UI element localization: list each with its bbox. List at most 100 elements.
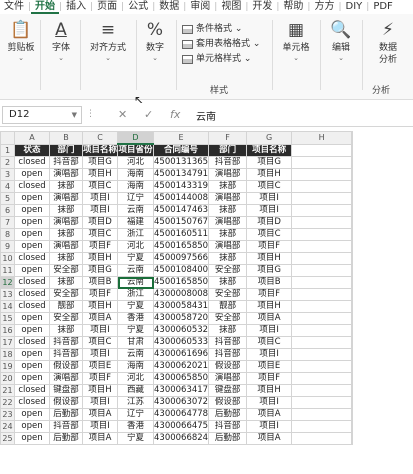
table-cell[interactable]: 辽宁 — [117, 408, 155, 421]
empty-cell[interactable] — [351, 192, 354, 205]
empty-cell[interactable] — [351, 348, 354, 361]
table-cell[interactable]: 安全部 — [49, 264, 83, 277]
alignment-button[interactable]: ≡ 对齐方式 ⌄ — [84, 20, 132, 63]
table-cell[interactable]: 项目A — [81, 432, 119, 445]
empty-cell[interactable] — [291, 408, 353, 421]
empty-cell[interactable] — [291, 384, 353, 397]
column-header-C[interactable]: C — [81, 131, 119, 145]
row-header[interactable]: 2 — [0, 156, 15, 169]
table-cell[interactable]: 项目I — [246, 420, 293, 433]
table-cell[interactable]: closed — [14, 384, 50, 397]
table-cell[interactable]: 项目F — [246, 240, 293, 253]
empty-cell[interactable] — [291, 372, 353, 385]
table-cell[interactable]: 4500165850 — [153, 240, 210, 253]
table-cell[interactable]: 项目A — [246, 312, 293, 325]
empty-cell[interactable] — [351, 360, 354, 373]
table-cell[interactable]: 抖音部 — [208, 420, 248, 433]
header-cell[interactable]: 状态 — [14, 143, 50, 157]
empty-cell[interactable] — [351, 420, 354, 433]
column-header-G[interactable]: G — [246, 131, 293, 145]
table-cell[interactable]: 项目G — [81, 156, 119, 169]
table-cell[interactable]: 假设部 — [49, 396, 83, 409]
table-cell[interactable]: 项目I — [246, 348, 293, 361]
table-cell[interactable]: 项目I — [81, 324, 119, 337]
header-cell[interactable]: 合同编号 — [153, 143, 210, 157]
number-format-button[interactable]: % 数字 ⌄ — [140, 20, 170, 63]
table-cell[interactable]: 抹部 — [49, 324, 83, 337]
table-cell[interactable]: 宁夏 — [117, 432, 155, 445]
table-cell[interactable]: 项目F — [81, 372, 119, 385]
table-cell[interactable]: 抹部 — [49, 180, 83, 193]
table-cell[interactable]: 项目G — [81, 264, 119, 277]
tab-1[interactable]: 开始 — [31, 0, 60, 14]
table-cell[interactable]: 项目F — [81, 240, 119, 253]
empty-cell[interactable] — [351, 216, 354, 229]
table-cell[interactable]: 假设部 — [49, 360, 83, 373]
table-cell[interactable]: 抹部 — [49, 204, 83, 217]
row-header[interactable]: 3 — [0, 168, 15, 181]
tab-8[interactable]: 开发 — [248, 0, 276, 14]
confirm-icon[interactable]: ✓ — [144, 108, 153, 121]
row-header[interactable]: 15 — [0, 312, 15, 325]
table-cell[interactable]: 项目C — [246, 180, 293, 193]
cancel-icon[interactable]: ✕ — [118, 108, 127, 121]
table-cell[interactable]: 河北 — [117, 372, 155, 385]
tab-7[interactable]: 视图 — [217, 0, 245, 14]
table-cell[interactable]: 项目I — [81, 348, 119, 361]
empty-cell[interactable] — [351, 276, 354, 289]
table-cell[interactable]: 福建 — [117, 216, 155, 229]
table-cell[interactable]: 4500131365 — [153, 156, 210, 169]
table-cell[interactable]: closed — [14, 156, 50, 169]
table-cell[interactable]: 香港 — [117, 420, 155, 433]
table-format-button[interactable]: 套用表格格式 ⌄ — [182, 37, 260, 52]
column-header-H[interactable]: H — [291, 131, 353, 145]
table-cell[interactable]: 抖音部 — [49, 156, 83, 169]
table-cell[interactable]: 项目H — [81, 384, 119, 397]
tab-11[interactable]: DIY — [342, 0, 367, 14]
table-cell[interactable]: 项目C — [81, 180, 119, 193]
table-cell[interactable]: 项目C — [246, 336, 293, 349]
column-header-A[interactable]: A — [14, 131, 50, 145]
empty-cell[interactable] — [291, 300, 353, 313]
table-cell[interactable]: 安全部 — [208, 264, 248, 277]
empty-cell[interactable] — [351, 240, 354, 253]
table-cell[interactable]: 安全部 — [49, 312, 83, 325]
empty-cell[interactable] — [291, 336, 353, 349]
row-header[interactable]: 19 — [0, 360, 15, 373]
table-cell[interactable]: 抹部 — [208, 276, 248, 289]
table-cell[interactable]: 4300064778 — [153, 408, 210, 421]
table-cell[interactable]: 项目H — [246, 384, 293, 397]
empty-cell[interactable] — [351, 432, 354, 445]
table-cell[interactable]: 项目H — [81, 300, 119, 313]
select-all-corner[interactable] — [0, 131, 15, 145]
table-cell[interactable]: 靓部 — [49, 300, 83, 313]
table-cell[interactable]: 抹部 — [208, 252, 248, 265]
table-cell[interactable]: 抹部 — [208, 228, 248, 241]
table-cell[interactable]: 4500160511 — [153, 228, 210, 241]
table-cell[interactable]: 4300060532 — [153, 324, 210, 337]
table-cell[interactable]: 宁夏 — [117, 324, 155, 337]
table-cell[interactable]: 假设部 — [208, 360, 248, 373]
empty-cell[interactable] — [291, 348, 353, 361]
row-header[interactable]: 10 — [0, 252, 15, 265]
row-header[interactable]: 17 — [0, 336, 15, 349]
table-cell[interactable]: 项目H — [246, 300, 293, 313]
table-cell[interactable]: 4300058720 — [153, 312, 210, 325]
table-cell[interactable]: 4300062021 — [153, 360, 210, 373]
empty-cell[interactable] — [351, 288, 354, 301]
row-header[interactable]: 24 — [0, 420, 15, 433]
table-cell[interactable]: 安全部 — [208, 312, 248, 325]
column-header-D[interactable]: D — [117, 131, 155, 145]
table-cell[interactable]: 项目E — [246, 360, 293, 373]
table-cell[interactable]: 宁夏 — [117, 252, 155, 265]
function-icon[interactable]: fx — [170, 108, 180, 121]
row-header[interactable]: 8 — [0, 228, 15, 241]
row-header[interactable]: 11 — [0, 264, 15, 277]
table-cell[interactable]: 4500108400 — [153, 264, 210, 277]
empty-cell[interactable] — [291, 156, 353, 169]
row-header[interactable]: 22 — [0, 396, 15, 409]
empty-cell[interactable] — [291, 240, 353, 253]
table-cell[interactable]: 河北 — [117, 240, 155, 253]
table-cell[interactable]: open — [14, 216, 50, 229]
table-cell[interactable]: 4500147463 — [153, 204, 210, 217]
